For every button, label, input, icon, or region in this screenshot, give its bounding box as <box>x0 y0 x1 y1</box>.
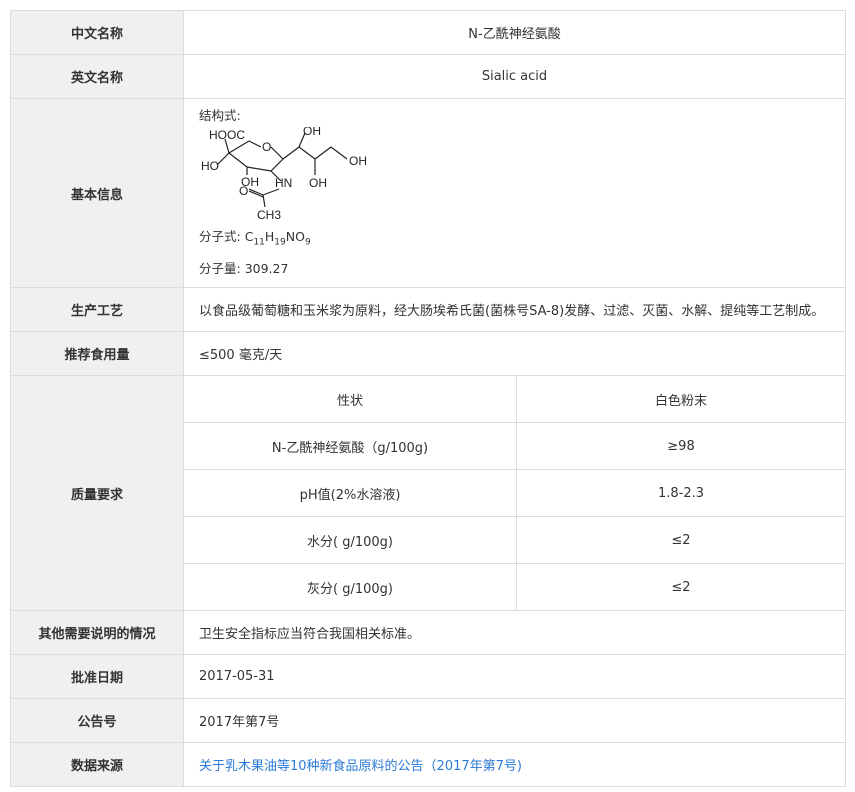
value-basic-info: 结构式: HOOC O HO OH HN OH OH OH O CH3 分子式:… <box>183 98 846 288</box>
ingredient-table: 中文名称 N-乙酰神经氨酸 英文名称 Sialic acid 基本信息 结构式: <box>10 10 846 787</box>
atom-oh-right: OH <box>349 154 367 168</box>
quality-table: 性状 白色粉末 N-乙酰神经氨酸（g/100g) ≥98 pH值(2%水溶液) … <box>184 376 845 610</box>
atom-oh-bottom: OH <box>309 176 327 190</box>
quality-item-name: 灰分( g/100g) <box>184 563 517 610</box>
row-approval-date: 批准日期 2017-05-31 <box>10 654 846 699</box>
value-chinese-name: N-乙酰神经氨酸 <box>183 10 846 55</box>
molecular-formula: 分子式: C11H19NO9 <box>199 228 845 252</box>
value-intake: ≤500 毫克/天 <box>183 331 846 376</box>
formula-no: NO <box>285 229 305 244</box>
structure-label: 结构式: <box>199 108 241 123</box>
quality-item-value: 1.8-2.3 <box>516 469 845 517</box>
quality-row: N-乙酰神经氨酸（g/100g) ≥98 <box>184 422 845 470</box>
molecular-weight: 分子量: 309.27 <box>199 260 845 278</box>
value-production: 以食品级葡萄糖和玉米浆为原料，经大肠埃希氏菌(菌株号SA-8)发酵、过滤、灭菌、… <box>183 287 846 332</box>
atom-ho-left: HO <box>201 159 219 173</box>
row-source: 数据来源 关于乳木果油等10种新食品原料的公告（2017年第7号) <box>10 742 846 787</box>
label-approval-date: 批准日期 <box>10 654 184 699</box>
atom-hooc: HOOC <box>209 128 245 142</box>
quality-item-name: N-乙酰神经氨酸（g/100g) <box>184 422 517 470</box>
quality-item-value: 白色粉末 <box>516 376 845 423</box>
row-quality: 质量要求 性状 白色粉末 N-乙酰神经氨酸（g/100g) ≥98 pH值(2%… <box>10 375 846 611</box>
atom-o-acetyl: O <box>239 184 248 198</box>
value-quality: 性状 白色粉末 N-乙酰神经氨酸（g/100g) ≥98 pH值(2%水溶液) … <box>183 375 846 611</box>
row-production: 生产工艺 以食品级葡萄糖和玉米浆为原料，经大肠埃希氏菌(菌株号SA-8)发酵、过… <box>10 287 846 332</box>
quality-row: 性状 白色粉末 <box>184 376 845 423</box>
row-other: 其他需要说明的情况 卫生安全指标应当符合我国相关标准。 <box>10 610 846 655</box>
quality-row: pH值(2%水溶液) 1.8-2.3 <box>184 469 845 517</box>
data-sheet: 中文名称 N-乙酰神经氨酸 英文名称 Sialic acid 基本信息 结构式: <box>10 10 846 787</box>
value-approval-date: 2017-05-31 <box>183 654 846 699</box>
structure-diagram: HOOC O HO OH HN OH OH OH O CH3 <box>201 127 367 222</box>
quality-item-name: pH值(2%水溶液) <box>184 469 517 517</box>
atom-oh-top: OH <box>303 127 321 138</box>
value-announcement: 2017年第7号 <box>183 698 846 743</box>
value-other: 卫生安全指标应当符合我国相关标准。 <box>183 610 846 655</box>
label-quality: 质量要求 <box>10 375 184 611</box>
quality-item-name: 性状 <box>184 376 517 423</box>
label-chinese-name: 中文名称 <box>10 10 184 55</box>
formula-o-count: 9 <box>304 237 311 248</box>
mw-label: 分子量: <box>199 260 241 276</box>
atom-hn: HN <box>275 176 292 190</box>
quality-item-name: 水分( g/100g) <box>184 516 517 564</box>
row-intake: 推荐食用量 ≤500 毫克/天 <box>10 331 846 376</box>
formula-c-count: 11 <box>253 237 265 248</box>
formula-h-count: 19 <box>274 237 286 248</box>
quality-item-value: ≤2 <box>516 516 845 564</box>
label-production: 生产工艺 <box>10 287 184 332</box>
quality-item-value: ≥98 <box>516 422 845 470</box>
source-link[interactable]: 关于乳木果油等10种新食品原料的公告（2017年第7号) <box>199 759 522 774</box>
row-chinese-name: 中文名称 N-乙酰神经氨酸 <box>10 10 846 55</box>
label-announcement: 公告号 <box>10 698 184 743</box>
value-english-name: Sialic acid <box>183 54 846 99</box>
value-source: 关于乳木果油等10种新食品原料的公告（2017年第7号) <box>183 742 846 787</box>
label-english-name: 英文名称 <box>10 54 184 99</box>
row-announcement: 公告号 2017年第7号 <box>10 698 846 743</box>
label-other: 其他需要说明的情况 <box>10 610 184 655</box>
formula-h: H <box>264 229 275 244</box>
mw-value: 309.27 <box>244 260 289 276</box>
quality-row: 灰分( g/100g) ≤2 <box>184 563 845 610</box>
formula-label: 分子式: <box>199 229 241 244</box>
label-intake: 推荐食用量 <box>10 331 184 376</box>
quality-row: 水分( g/100g) ≤2 <box>184 516 845 564</box>
row-basic-info: 基本信息 结构式: HOOC O HO OH HN OH OH OH O CH3… <box>10 98 846 288</box>
quality-item-value: ≤2 <box>671 579 691 595</box>
row-english-name: 英文名称 Sialic acid <box>10 54 846 99</box>
atom-o-ring: O <box>262 140 271 154</box>
label-source: 数据来源 <box>10 742 184 787</box>
label-basic-info: 基本信息 <box>10 98 184 288</box>
atom-ch3: CH3 <box>257 208 281 222</box>
